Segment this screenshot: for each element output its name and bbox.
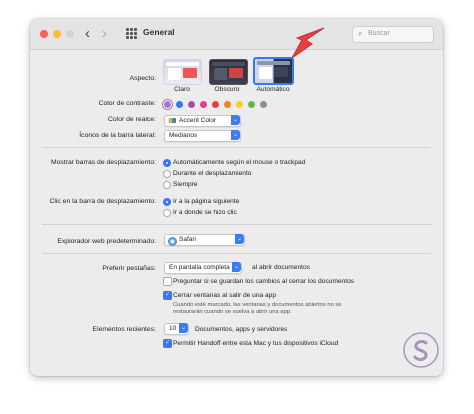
divider xyxy=(42,147,431,148)
close-windows-label: Cerrar ventanas al salir de una app xyxy=(173,292,276,299)
contrast-color-swatch[interactable] xyxy=(200,101,207,108)
prefer-tabs-popup[interactable]: En pantalla completa ⌄ xyxy=(164,262,242,274)
click-next-page-radio[interactable] xyxy=(163,198,171,206)
handoff-checkbox[interactable]: ✓ xyxy=(163,339,172,348)
scrollbars-scrolling-label: Durante el desplazamiento xyxy=(173,170,252,177)
contrast-color-swatch[interactable] xyxy=(248,101,255,108)
show-all-grid-icon[interactable] xyxy=(126,28,137,39)
ask-save-checkbox[interactable] xyxy=(163,277,172,286)
scrollbars-scrolling-radio[interactable] xyxy=(163,170,171,178)
close-windows-note-line2: restaurarán cuando se vuelva a abrir una… xyxy=(173,309,292,315)
forward-arrow-icon[interactable]: › xyxy=(102,25,107,43)
click-spot-radio[interactable] xyxy=(163,209,171,217)
contrast-color-swatch[interactable] xyxy=(236,101,243,108)
close-window-button[interactable] xyxy=(40,30,48,38)
highlight-color-popup[interactable]: Accent Color ⌄ xyxy=(164,115,241,127)
close-windows-checkbox[interactable]: ✓ xyxy=(163,291,172,300)
appearance-light-label: Claro xyxy=(174,86,190,93)
chevron-updown-icon: ⌄ xyxy=(235,234,244,244)
contrast-color-swatch[interactable] xyxy=(176,101,183,108)
sidebar-icon-size-value: Medianos xyxy=(169,132,198,139)
contrast-color-swatch[interactable] xyxy=(212,101,219,108)
scrollbars-label: Mostrar barras de desplazamiento: xyxy=(50,159,156,166)
click-next-page-label: Ir a la página siguiente xyxy=(173,198,240,205)
appearance-dark-option[interactable] xyxy=(209,59,248,85)
contrast-color-swatch[interactable] xyxy=(224,101,231,108)
contrast-color-swatch[interactable] xyxy=(188,101,195,108)
window-title: General xyxy=(143,27,175,37)
divider xyxy=(42,253,431,254)
chevron-updown-icon: ⌄ xyxy=(179,323,188,333)
click-spot-label: Ir a donde se hizo clic xyxy=(173,209,237,216)
recent-items-value: 10 xyxy=(169,325,177,332)
appearance-dark-label: Obscuro xyxy=(214,86,240,93)
chevron-updown-icon: ⌄ xyxy=(231,115,240,125)
default-browser-label: Explorador web predeterminado: xyxy=(57,238,156,245)
recent-items-suffix: Documentos, apps y servidores xyxy=(195,326,288,333)
default-browser-popup[interactable]: Safari ⌄ xyxy=(164,234,245,246)
accent-color-swatch xyxy=(169,118,176,123)
appearance-light-option[interactable] xyxy=(163,59,202,85)
prefer-tabs-suffix: al abrir documentos xyxy=(252,264,310,271)
search-icon: ⌕ xyxy=(358,29,363,38)
highlight-color-value: Accent Color xyxy=(179,117,217,124)
divider xyxy=(42,224,431,225)
scrollbars-auto-label: Automáticamente según el mouse o trackpa… xyxy=(173,159,306,166)
handoff-label: Permitir Handoff entre esta Mac y tus di… xyxy=(173,340,339,347)
chevron-updown-icon: ⌄ xyxy=(231,130,240,140)
zoom-window-button[interactable] xyxy=(66,30,74,38)
appearance-auto-label: Automático xyxy=(256,86,290,93)
recent-items-label: Elementos recientes: xyxy=(92,326,156,333)
scrollbars-auto-radio[interactable] xyxy=(163,159,171,167)
titlebar: ‹ › General ⌕ Buscar xyxy=(30,19,443,50)
scrollbars-always-label: Siempre xyxy=(173,181,198,188)
ask-save-label: Preguntar si se guardan los cambios al c… xyxy=(173,278,355,285)
minimize-window-button[interactable] xyxy=(53,30,61,38)
default-browser-value: Safari xyxy=(179,236,196,243)
contrast-color-swatch[interactable] xyxy=(260,101,267,108)
contrast-color-swatch[interactable] xyxy=(164,101,171,108)
search-placeholder: Buscar xyxy=(368,30,390,37)
solvetic-watermark-logo xyxy=(402,331,440,369)
red-pointer-arrow-icon xyxy=(291,27,325,59)
prefer-tabs-label: Preferir pestañas: xyxy=(102,265,156,272)
chevron-updown-icon: ⌄ xyxy=(232,262,241,272)
search-field[interactable]: ⌕ Buscar xyxy=(352,26,434,43)
sidebar-icon-size-popup[interactable]: Medianos ⌄ xyxy=(164,130,241,142)
back-arrow-icon[interactable]: ‹ xyxy=(85,25,90,43)
safari-icon xyxy=(168,236,177,246)
aspecto-label: Aspecto: xyxy=(129,75,156,82)
prefer-tabs-value: En pantalla completa xyxy=(169,264,230,271)
system-preferences-window: ‹ › General ⌕ Buscar Aspecto: Claro Obsc… xyxy=(30,19,443,376)
contrast-color-label: Color de contraste: xyxy=(98,100,156,107)
scrollbar-click-label: Clic en la barra de desplazamiento: xyxy=(49,198,156,205)
recent-items-popup[interactable]: 10 ⌄ xyxy=(164,323,189,335)
scrollbars-always-radio[interactable] xyxy=(163,181,171,189)
sidebar-icon-size-label: Íconos de la barra lateral: xyxy=(79,132,156,139)
highlight-color-label: Color de realce: xyxy=(108,116,156,123)
